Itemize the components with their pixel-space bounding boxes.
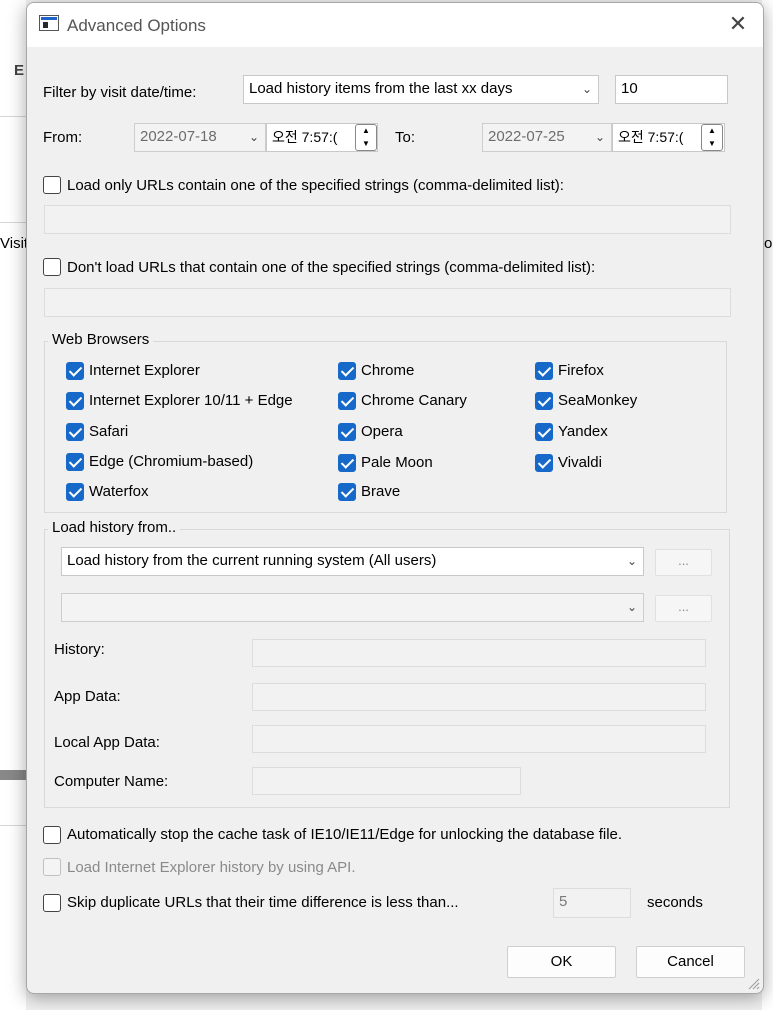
local-app-data-label: Local App Data: — [54, 734, 160, 751]
browser-label: Edge (Chromium-based) — [89, 453, 254, 470]
advanced-options-dialog: Advanced Options ✕ Filter by visit date/… — [26, 2, 764, 994]
background-fragment-right: o — [764, 235, 773, 252]
app-data-label: App Data: — [54, 688, 121, 705]
chevron-down-icon: ⌄ — [581, 82, 592, 96]
browser-label: Internet Explorer — [89, 362, 200, 379]
spin-up-icon[interactable]: ▲ — [356, 125, 376, 138]
from-date-picker[interactable]: 2022-07-18 ⌄ — [134, 123, 266, 152]
ok-button[interactable]: OK — [507, 946, 616, 978]
browser-label: Vivaldi — [558, 454, 602, 471]
background-divider — [0, 116, 26, 117]
from-date-value: 2022-07-18 — [140, 128, 217, 145]
background-fragment-top: E — [14, 62, 25, 79]
filter-label: Filter by visit date/time: — [43, 84, 197, 101]
dialog-title: Advanced Options — [67, 16, 206, 35]
to-date-value: 2022-07-25 — [488, 128, 565, 145]
title-bar: Advanced Options ✕ — [27, 3, 763, 47]
browser-label: Waterfox — [89, 483, 149, 500]
background-fragment-visit: Visit — [0, 235, 26, 252]
to-time-value: 오전 7:57:( — [618, 129, 684, 145]
browser-label: Firefox — [558, 362, 604, 379]
days-input[interactable]: 10 — [615, 75, 728, 104]
browser-waterfox-checkbox[interactable] — [66, 483, 84, 501]
browse-button[interactable]: ... — [655, 549, 712, 576]
load-only-checkbox[interactable] — [43, 176, 61, 194]
browse-button-2[interactable]: ... — [655, 595, 712, 622]
chevron-down-icon: ⌄ — [248, 130, 259, 144]
spin-up-icon[interactable]: ▲ — [702, 125, 722, 138]
history-source-select[interactable]: Load history from the current running sy… — [61, 547, 644, 576]
skip-duplicates-checkbox[interactable] — [43, 894, 61, 912]
load-only-label: Load only URLs contain one of the specif… — [67, 177, 564, 194]
to-time-spinner[interactable]: ▲ ▼ — [701, 124, 723, 151]
background-divider — [0, 222, 26, 223]
computer-name-label: Computer Name: — [54, 773, 169, 790]
browser-label: Chrome — [361, 362, 415, 379]
chevron-down-icon: ⌄ — [626, 554, 637, 568]
history-profile-select[interactable]: ⌄ — [61, 593, 644, 622]
browser-internet-explorer-checkbox[interactable] — [66, 362, 84, 380]
to-date-picker[interactable]: 2022-07-25 ⌄ — [482, 123, 612, 152]
dont-load-input[interactable] — [44, 288, 731, 317]
browser-safari-checkbox[interactable] — [66, 423, 84, 441]
seconds-input[interactable]: 5 — [553, 888, 631, 918]
dont-load-checkbox[interactable] — [43, 258, 61, 276]
app-icon — [39, 15, 59, 31]
history-source-value: Load history from the current running sy… — [67, 552, 437, 569]
browser-label: Internet Explorer 10/11 + Edge — [89, 392, 293, 409]
browser-label: Chrome Canary — [361, 392, 467, 409]
filter-mode-value: Load history items from the last xx days — [249, 80, 513, 97]
spin-down-icon[interactable]: ▼ — [356, 138, 376, 151]
resize-grip-icon[interactable] — [746, 976, 760, 990]
browser-ie-edge-checkbox[interactable] — [66, 392, 84, 410]
background-divider — [0, 825, 26, 826]
from-time-value: 오전 7:57:( — [272, 129, 338, 145]
browser-chrome-checkbox[interactable] — [338, 362, 356, 380]
browser-brave-checkbox[interactable] — [338, 483, 356, 501]
local-app-data-input[interactable] — [252, 725, 706, 753]
web-browsers-title: Web Browsers — [48, 331, 154, 348]
chevron-down-icon: ⌄ — [626, 600, 637, 614]
app-data-input[interactable] — [252, 683, 706, 711]
dont-load-label: Don't load URLs that contain one of the … — [67, 259, 596, 276]
to-label: To: — [395, 129, 416, 146]
history-label: History: — [54, 641, 105, 658]
seconds-label: seconds — [647, 894, 703, 911]
browser-vivaldi-checkbox[interactable] — [535, 454, 553, 472]
browser-label: Brave — [361, 483, 401, 500]
browser-firefox-checkbox[interactable] — [535, 362, 553, 380]
browser-edge-chromium-checkbox[interactable] — [66, 453, 84, 471]
browser-pale-moon-checkbox[interactable] — [338, 454, 356, 472]
browser-chrome-canary-checkbox[interactable] — [338, 392, 356, 410]
spin-down-icon[interactable]: ▼ — [702, 138, 722, 151]
computer-name-input[interactable] — [252, 767, 521, 795]
browser-label: Opera — [361, 423, 403, 440]
browser-label: Safari — [89, 423, 129, 440]
skip-duplicates-label: Skip duplicate URLs that their time diff… — [67, 894, 459, 911]
cancel-button[interactable]: Cancel — [636, 946, 745, 978]
background-scrollbar — [0, 770, 26, 780]
chevron-down-icon: ⌄ — [594, 130, 605, 144]
close-icon[interactable]: ✕ — [725, 11, 751, 37]
browser-seamonkey-checkbox[interactable] — [535, 392, 553, 410]
ie-api-checkbox[interactable] — [43, 858, 61, 876]
filter-mode-select[interactable]: Load history items from the last xx days… — [243, 75, 599, 104]
from-time-spinner[interactable]: ▲ ▼ — [355, 124, 377, 151]
from-label: From: — [43, 129, 83, 146]
browser-label: Pale Moon — [361, 454, 433, 471]
ie-api-label: Load Internet Explorer history by using … — [67, 859, 356, 876]
browser-opera-checkbox[interactable] — [338, 423, 356, 441]
auto-stop-label: Automatically stop the cache task of IE1… — [67, 826, 623, 843]
browser-label: Yandex — [558, 423, 608, 440]
history-path-input[interactable] — [252, 639, 706, 667]
background-window — [0, 0, 26, 1010]
auto-stop-checkbox[interactable] — [43, 826, 61, 844]
load-only-input[interactable] — [44, 205, 731, 234]
browser-yandex-checkbox[interactable] — [535, 423, 553, 441]
browser-label: SeaMonkey — [558, 392, 638, 409]
load-history-title: Load history from.. — [48, 519, 181, 536]
